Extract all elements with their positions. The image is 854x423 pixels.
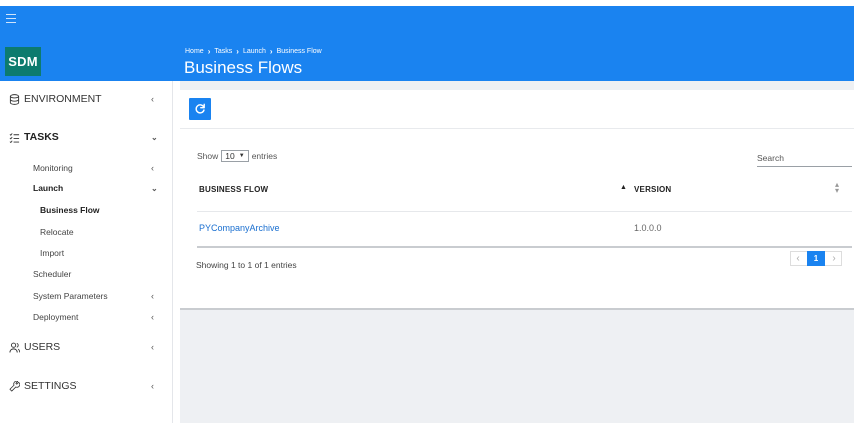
- sidebar-item-relocate[interactable]: Relocate: [0, 227, 173, 237]
- sidebar-item-label: SETTINGS: [24, 380, 77, 392]
- sidebar-item-settings[interactable]: SETTINGS ‹: [0, 380, 173, 392]
- sidebar-item-label: Deployment: [33, 312, 79, 322]
- next-page-button[interactable]: ›: [827, 251, 841, 266]
- column-header-business-flow[interactable]: BUSINESS FLOW: [199, 185, 268, 194]
- search-input[interactable]: [757, 166, 852, 167]
- sidebar-item-monitoring[interactable]: Monitoring ‹: [0, 163, 173, 173]
- sidebar-item-label: ENVIRONMENT: [24, 93, 102, 105]
- chevron-left-icon: ‹: [151, 342, 154, 352]
- pagination: ‹ 1 ›: [790, 251, 842, 266]
- toolbar-divider: [180, 128, 854, 129]
- chevron-left-icon: ‹: [151, 312, 154, 322]
- sort-both-icon[interactable]: ▴ ▾: [835, 181, 839, 195]
- search-label: Search: [757, 153, 784, 163]
- wrench-icon: [9, 380, 20, 391]
- chevron-left-icon: ‹: [151, 291, 154, 301]
- sidebar-item-label: Launch: [33, 183, 64, 193]
- breadcrumb-business-flow: Business Flow: [276, 48, 322, 55]
- sidebar-item-tasks[interactable]: TASKS ⌄: [0, 131, 173, 143]
- sidebar: ENVIRONMENT ‹ TASKS ⌄ Monitoring ‹ Launc…: [0, 81, 173, 423]
- sidebar-item-import[interactable]: Import: [0, 248, 173, 258]
- version-cell: 1.0.0.0: [634, 223, 662, 233]
- business-flow-link[interactable]: PYCompanyArchive: [199, 223, 280, 233]
- business-flows-panel: [180, 90, 854, 310]
- breadcrumb: Home › Tasks › Launch › Business Flow: [185, 47, 322, 56]
- header-divider: [197, 211, 852, 212]
- sidebar-item-label: Relocate: [40, 227, 74, 237]
- sidebar-item-users[interactable]: USERS ‹: [0, 341, 173, 353]
- hamburger-menu-icon[interactable]: [6, 14, 16, 23]
- chevron-left-icon: ‹: [151, 381, 154, 391]
- breadcrumb-home[interactable]: Home: [185, 48, 204, 55]
- chevron-down-icon: ⌄: [151, 183, 158, 193]
- page-size-select[interactable]: 10 ▼: [221, 150, 249, 162]
- chevron-right-icon: ›: [269, 47, 273, 56]
- page-size-value: 10: [225, 151, 235, 161]
- sdm-logo: SDM: [5, 47, 41, 76]
- sidebar-item-label: Business Flow: [40, 205, 100, 215]
- users-icon: [9, 342, 20, 353]
- caret-down-icon: ▼: [238, 153, 245, 159]
- sidebar-item-system-parameters[interactable]: System Parameters ‹: [0, 291, 173, 301]
- page-title: Business Flows: [184, 58, 303, 77]
- sidebar-item-launch[interactable]: Launch ⌄: [0, 183, 173, 193]
- top-bar: SDM Home › Tasks › Launch › Business Flo…: [0, 6, 854, 81]
- entries-label: entries: [251, 151, 278, 161]
- sidebar-item-label: System Parameters: [33, 291, 108, 301]
- chevron-left-icon: ‹: [151, 94, 154, 104]
- sidebar-item-environment[interactable]: ENVIRONMENT ‹: [0, 93, 173, 105]
- chevron-right-icon: ›: [207, 47, 211, 56]
- breadcrumb-launch[interactable]: Launch: [243, 48, 266, 55]
- sidebar-item-label: TASKS: [24, 131, 59, 143]
- chevron-down-icon: ⌄: [151, 132, 158, 142]
- sidebar-item-business-flow[interactable]: Business Flow: [0, 205, 173, 215]
- refresh-icon: [195, 103, 205, 114]
- page-size-control: Show 10 ▼ entries: [197, 150, 277, 162]
- chevron-left-icon: ‹: [151, 163, 154, 173]
- sidebar-item-label: Monitoring: [33, 163, 73, 173]
- database-icon: [9, 93, 20, 105]
- table-bottom-divider: [197, 246, 852, 248]
- page-1-button[interactable]: 1: [807, 251, 825, 266]
- sidebar-item-label: Scheduler: [33, 269, 72, 279]
- show-label: Show: [197, 151, 219, 161]
- table-summary: Showing 1 to 1 of 1 entries: [196, 260, 297, 270]
- chevron-right-icon: ›: [236, 47, 239, 56]
- sidebar-item-scheduler[interactable]: Scheduler: [0, 269, 173, 279]
- refresh-button[interactable]: [189, 98, 211, 120]
- tasks-list-icon: [9, 132, 20, 143]
- breadcrumb-tasks[interactable]: Tasks: [214, 48, 232, 55]
- pagination-box: ‹ 1 ›: [790, 251, 842, 266]
- column-header-version[interactable]: VERSION: [634, 185, 671, 194]
- sidebar-item-deployment[interactable]: Deployment ‹: [0, 312, 173, 322]
- previous-page-button[interactable]: ‹: [791, 251, 805, 266]
- sidebar-item-label: USERS: [24, 341, 61, 353]
- sort-ascending-icon[interactable]: ▲: [620, 184, 627, 191]
- sidebar-item-label: Import: [40, 248, 65, 258]
